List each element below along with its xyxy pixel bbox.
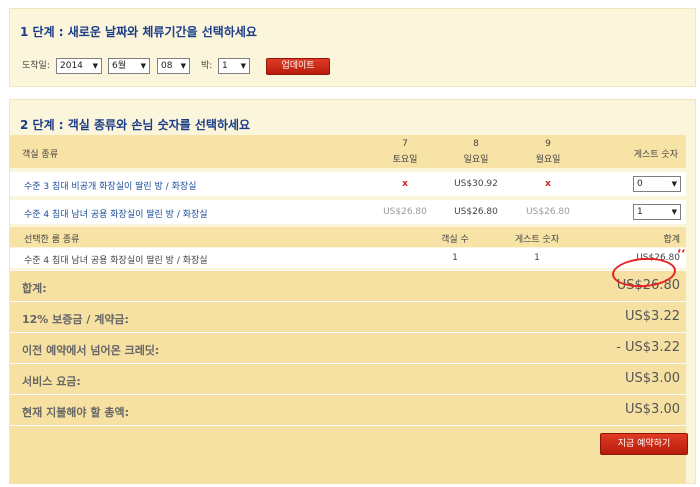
step1-title: 1 단계 : 새로운 날짜와 체류기간을 선택하세요 bbox=[20, 25, 257, 39]
step1-panel: 1 단계 : 새로운 날짜와 체류기간을 선택하세요 도착일: 2014 ▼ 6월… bbox=[9, 8, 696, 87]
selected-header-room-count: 객실 수 bbox=[441, 235, 469, 245]
price-cell: US$26.80 bbox=[526, 207, 570, 217]
room-name-link[interactable]: 수준 4 침대 남녀 공용 화장실이 딸린 방 / 화장실 bbox=[24, 207, 208, 220]
unavailable-mark: x bbox=[402, 179, 408, 189]
chevron-down-icon: ▼ bbox=[180, 62, 186, 70]
book-now-button[interactable]: 지금 예약하기 bbox=[600, 433, 688, 455]
summary-row-credit: 이전 예약에서 넘어온 크레딧: - US$3.22 bbox=[10, 332, 686, 363]
nights-select[interactable]: 1 ▼ bbox=[218, 58, 250, 74]
table-row: 수준 3 침대 비공개 화장실이 딸린 방 / 화장실 x US$30.92 x… bbox=[10, 172, 686, 196]
summary-label: 현재 지불해야 할 총액: bbox=[22, 406, 129, 419]
summary-amount: US$3.00 bbox=[625, 371, 680, 386]
summary-label: 이전 예약에서 넘어온 크레딧: bbox=[22, 344, 160, 357]
selected-room-count: 1 bbox=[452, 253, 458, 263]
header-day-name: 토요일 bbox=[392, 155, 418, 165]
day-select[interactable]: 08 ▼ bbox=[157, 58, 190, 74]
selected-header-guests: 게스트 숫자 bbox=[514, 235, 560, 245]
step2-title: 2 단계 : 객실 종류와 손님 숫자를 선택하세요 bbox=[20, 118, 251, 132]
summary-label: 12% 보증금 / 계약금: bbox=[22, 313, 129, 326]
selected-header-total: 합계 bbox=[663, 235, 680, 245]
header-guests: 게스트 숫자 bbox=[633, 150, 678, 160]
header-day-num: 7 bbox=[402, 139, 408, 149]
chevron-down-icon: ▼ bbox=[240, 62, 246, 70]
year-select[interactable]: 2014 ▼ bbox=[56, 58, 102, 74]
summary-amount: US$3.00 bbox=[625, 402, 680, 417]
selected-header-room-type: 선택한 룸 종류 bbox=[24, 235, 80, 245]
nights-label: 박: bbox=[201, 61, 213, 71]
selected-table-header: 선택한 룸 종류 객실 수 게스트 숫자 합계 bbox=[10, 227, 686, 247]
chevron-down-icon: ▼ bbox=[671, 180, 677, 188]
header-day-num: 8 bbox=[473, 139, 479, 149]
header-day-name: 월요일 bbox=[535, 155, 561, 165]
room-table-header: 객실 종류 7 토요일 8 일요일 9 월요일 게스트 숫자 bbox=[10, 135, 686, 168]
summary-row-deposit: 12% 보증금 / 계약금: US$3.22 bbox=[10, 301, 686, 332]
selected-room-name: 수준 4 침대 남녀 공용 화장실이 딸린 방 / 화장실 bbox=[24, 256, 208, 266]
header-day-num: 9 bbox=[545, 139, 551, 149]
update-button[interactable]: 업데이트 bbox=[266, 58, 330, 75]
unavailable-mark: x bbox=[545, 179, 551, 189]
month-select[interactable]: 6월 ▼ bbox=[108, 58, 150, 74]
annotation-mark: ʻʻ bbox=[677, 247, 686, 260]
step2-panel: 2 단계 : 객실 종류와 손님 숫자를 선택하세요 객실 종류 7 토요일 8… bbox=[9, 99, 696, 484]
price-cell: US$26.80 bbox=[383, 207, 427, 217]
guest-count-select[interactable]: 0 ▼ bbox=[633, 176, 681, 192]
summary-footer bbox=[10, 425, 686, 484]
summary-label: 합계: bbox=[22, 282, 47, 295]
arrival-label: 도착일: bbox=[22, 61, 50, 71]
summary-row-total-due: 현재 지불해야 할 총액: US$3.00 bbox=[10, 394, 686, 425]
header-day-name: 일요일 bbox=[463, 155, 489, 165]
price-cell: US$30.92 bbox=[454, 179, 498, 189]
summary-row-subtotal: 합계: US$26.80 bbox=[10, 270, 686, 301]
guest-count-select[interactable]: 1 ▼ bbox=[633, 204, 681, 220]
summary-label: 서비스 요금: bbox=[22, 375, 81, 388]
chevron-down-icon: ▼ bbox=[671, 208, 677, 216]
price-cell: US$26.80 bbox=[454, 207, 498, 217]
summary-row-service-fee: 서비스 요금: US$3.00 bbox=[10, 363, 686, 394]
header-room-type: 객실 종류 bbox=[22, 150, 58, 160]
summary-amount: US$3.22 bbox=[625, 309, 680, 324]
table-row: 수준 4 침대 남녀 공용 화장실이 딸린 방 / 화장실 US$26.80 U… bbox=[10, 200, 686, 224]
chevron-down-icon: ▼ bbox=[140, 62, 146, 70]
chevron-down-icon: ▼ bbox=[92, 62, 98, 70]
table-row: 수준 4 침대 남녀 공용 화장실이 딸린 방 / 화장실 1 1 US$26.… bbox=[10, 248, 686, 268]
summary-amount: - US$3.22 bbox=[616, 340, 680, 355]
room-name-link[interactable]: 수준 3 침대 비공개 화장실이 딸린 방 / 화장실 bbox=[24, 179, 196, 192]
selected-guests: 1 bbox=[534, 253, 540, 263]
